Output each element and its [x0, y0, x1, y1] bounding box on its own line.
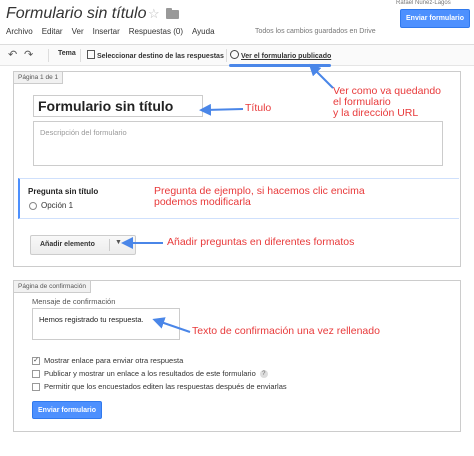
arrow-view-published	[308, 63, 334, 89]
annotation-arrows	[121, 63, 334, 333]
arrow-title	[199, 103, 244, 116]
arrow-confirmation	[152, 317, 191, 333]
